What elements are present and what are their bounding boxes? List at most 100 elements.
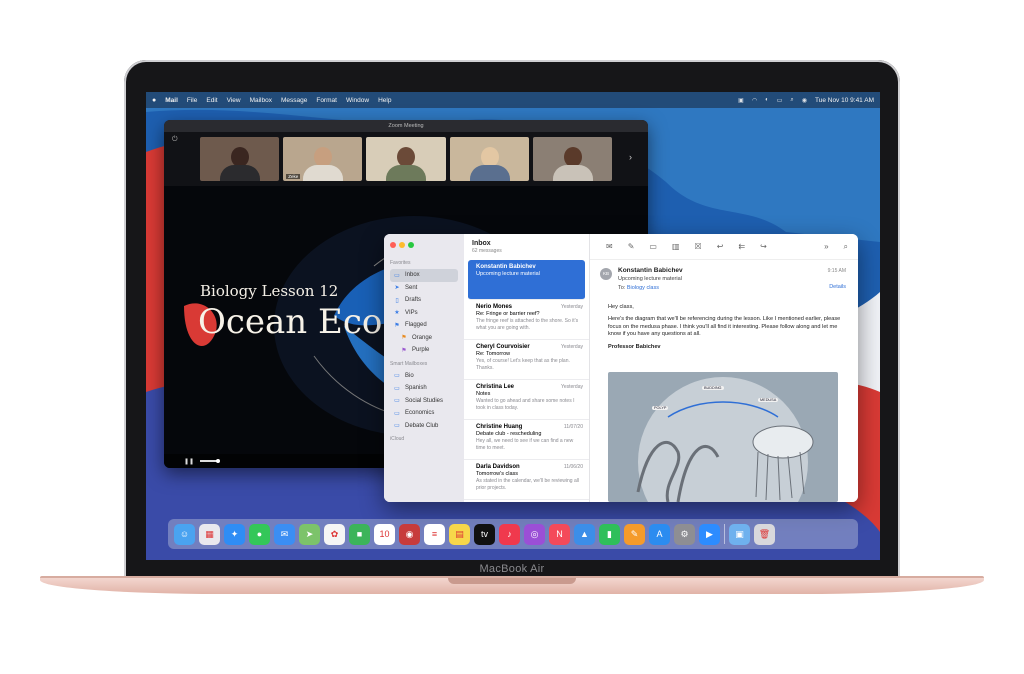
dock: ☺ ▦ ✦ ● ✉ ➤ ✿ ■ 10 ◉ ≡ ▤ tv ♪ ◎ N ▲ ▮ ✎ A ⚙ ▶ ▣ 🗑: [168, 519, 858, 549]
minimize-button[interactable]: [399, 242, 405, 248]
details-link[interactable]: Details: [829, 284, 846, 290]
menu-clock[interactable]: Tue Nov 10 9:41 AM: [815, 97, 874, 104]
dock-notes-icon[interactable]: ▤: [449, 523, 470, 545]
sidebar-item-debate-club[interactable]: ▭ Debate Club: [390, 420, 458, 433]
sidebar-item-inbox[interactable]: ▭ Inbox: [390, 269, 458, 282]
dock-finder-icon[interactable]: ☺: [174, 523, 195, 545]
dock-news-icon[interactable]: N: [549, 523, 570, 545]
dock-zoom-icon[interactable]: ▶: [699, 523, 720, 545]
flag-icon: ⚑: [394, 322, 400, 329]
dock-pages-icon[interactable]: ✎: [624, 523, 645, 545]
chevron-right-icon[interactable]: ›: [629, 152, 632, 162]
sidebar-item-economics[interactable]: ▭ Economics: [390, 407, 458, 420]
list-item[interactable]: Christine Huang 11/07/20 Debate club - re…: [464, 420, 589, 460]
recipient-link[interactable]: Biology class: [627, 285, 659, 291]
avatar: KB: [600, 268, 612, 280]
dock-apple-tv-icon[interactable]: tv: [474, 523, 495, 545]
search-icon[interactable]: ⌕: [790, 97, 793, 104]
brand-label: MacBook Air: [479, 563, 545, 575]
more-icon[interactable]: »: [824, 242, 828, 251]
sidebar-item-sent[interactable]: ➤ Sent: [390, 282, 458, 295]
menu-message[interactable]: Message: [281, 97, 307, 104]
mail-sidebar: Favorites ▭ Inbox ➤ Sent ▯ Drafts ★ VIPs ⚑ Fl…: [384, 234, 464, 502]
sidebar-item-orange[interactable]: ⚑ Orange: [390, 332, 458, 345]
participant-video[interactable]: [532, 137, 613, 181]
control-center-icon[interactable]: ◐: [765, 97, 769, 103]
menu-app-name[interactable]: Mail: [165, 97, 178, 104]
list-item[interactable]: Darla Davidson 11/06/20 Tomorrow's class …: [464, 460, 589, 500]
dock-keynote-icon[interactable]: ▲: [574, 523, 595, 545]
menu-help[interactable]: Help: [378, 97, 391, 104]
list-item[interactable]: Cheryl Courvoisier Yesterday Re: Tomorrow…: [464, 340, 589, 380]
menu-mailbox[interactable]: Mailbox: [250, 97, 272, 104]
dock-app-store-icon[interactable]: A: [649, 523, 670, 545]
participant-strip: Zeke: [164, 132, 648, 186]
message-list: Inbox 62 messages Konstantin Babichev Up…: [464, 234, 590, 502]
dock-safari-icon[interactable]: ✦: [224, 523, 245, 545]
menu-edit[interactable]: Edit: [206, 97, 217, 104]
dock-separator: [724, 524, 725, 544]
wifi-icon[interactable]: ◠: [752, 97, 757, 104]
menu-view[interactable]: View: [227, 97, 241, 104]
dock-photo-booth-icon[interactable]: ◉: [399, 523, 420, 545]
dock-calendar-icon[interactable]: 10: [374, 523, 395, 545]
folder-icon: ▭: [394, 385, 400, 392]
zoom-status-icon[interactable]: ▣: [738, 97, 744, 104]
message-viewer: ✉ ✎ ▭ ▥ ☒ ↩ ⇇ ↪ » ⌕ KB Konstantin Babich…: [590, 234, 858, 502]
sidebar-item-purple[interactable]: ⚑ Purple: [390, 344, 458, 357]
sidebar-item-bio[interactable]: ▭ Bio: [390, 370, 458, 383]
zoom-button[interactable]: [408, 242, 414, 248]
dock-launchpad-icon[interactable]: ▦: [199, 523, 220, 545]
battery-icon[interactable]: ▭: [777, 97, 783, 104]
compose-icon[interactable]: ✎: [628, 242, 635, 251]
dock-reminders-icon[interactable]: ≡: [424, 523, 445, 545]
pause-icon[interactable]: ❚❚: [184, 458, 194, 465]
jellyfish-lifecycle-diagram[interactable]: BUDDING POLYP MEDUSA: [608, 372, 838, 502]
participant-video[interactable]: [200, 137, 280, 181]
dock-messages-icon[interactable]: ●: [249, 523, 270, 545]
dock-mail-icon[interactable]: ✉: [274, 523, 295, 545]
star-icon: ★: [394, 310, 400, 317]
folder-icon: ▭: [394, 373, 400, 380]
list-item[interactable]: Christina Lee Yesterday Notes Wanted to g…: [464, 380, 589, 420]
message-list-header: Inbox 62 messages: [464, 234, 589, 260]
sent-icon: ➤: [394, 285, 400, 292]
forward-icon[interactable]: ↪: [760, 242, 767, 251]
list-item[interactable]: Konstantin Babichev Upcoming lecture mat…: [468, 260, 585, 300]
dock-numbers-icon[interactable]: ▮: [599, 523, 620, 545]
menu-file[interactable]: File: [187, 97, 197, 104]
dock-podcasts-icon[interactable]: ◎: [524, 523, 545, 545]
dock-system-preferences-icon[interactable]: ⚙: [674, 523, 695, 545]
dock-trash-icon[interactable]: 🗑: [754, 523, 775, 545]
playback-scrubber[interactable]: [200, 458, 221, 463]
dock-maps-icon[interactable]: ➤: [299, 523, 320, 545]
menu-window[interactable]: Window: [346, 97, 369, 104]
sidebar-item-flagged[interactable]: ⚑ Flagged: [390, 319, 458, 332]
list-item[interactable]: Nerio Mones Yesterday Re: Fringe or barri…: [464, 300, 589, 340]
menu-format[interactable]: Format: [316, 97, 337, 104]
participant-video[interactable]: [366, 137, 446, 181]
dock-facetime-icon[interactable]: ■: [349, 523, 370, 545]
recipient-line: To: Biology class: [618, 285, 659, 291]
participant-video[interactable]: [449, 137, 529, 181]
junk-icon[interactable]: ☒: [695, 242, 702, 251]
sidebar-item-social-studies[interactable]: ▭ Social Studies: [390, 395, 458, 408]
reply-icon[interactable]: ↩: [717, 242, 724, 251]
archive-icon[interactable]: ▭: [649, 242, 657, 251]
apple-menu-icon[interactable]: ●: [152, 97, 156, 104]
trash-icon[interactable]: ▥: [672, 242, 680, 251]
search-icon[interactable]: ⌕: [844, 242, 848, 252]
sidebar-item-spanish[interactable]: ▭ Spanish: [390, 382, 458, 395]
close-button[interactable]: [390, 242, 396, 248]
siri-icon[interactable]: ◉: [802, 97, 807, 104]
get-mail-icon[interactable]: ✉: [606, 242, 613, 251]
participant-video[interactable]: Zeke: [283, 137, 363, 181]
mail-window[interactable]: Favorites ▭ Inbox ➤ Sent ▯ Drafts ★ VIPs ⚑ Fl…: [384, 234, 858, 502]
reply-all-icon[interactable]: ⇇: [738, 242, 745, 251]
dock-downloads-folder-icon[interactable]: ▣: [729, 523, 750, 545]
sidebar-item-drafts[interactable]: ▯ Drafts: [390, 294, 458, 307]
dock-music-icon[interactable]: ♪: [499, 523, 520, 545]
dock-photos-icon[interactable]: ✿: [324, 523, 345, 545]
zoom-security-icon[interactable]: ⏻: [172, 136, 178, 144]
sidebar-item-vips[interactable]: ★ VIPs: [390, 307, 458, 320]
